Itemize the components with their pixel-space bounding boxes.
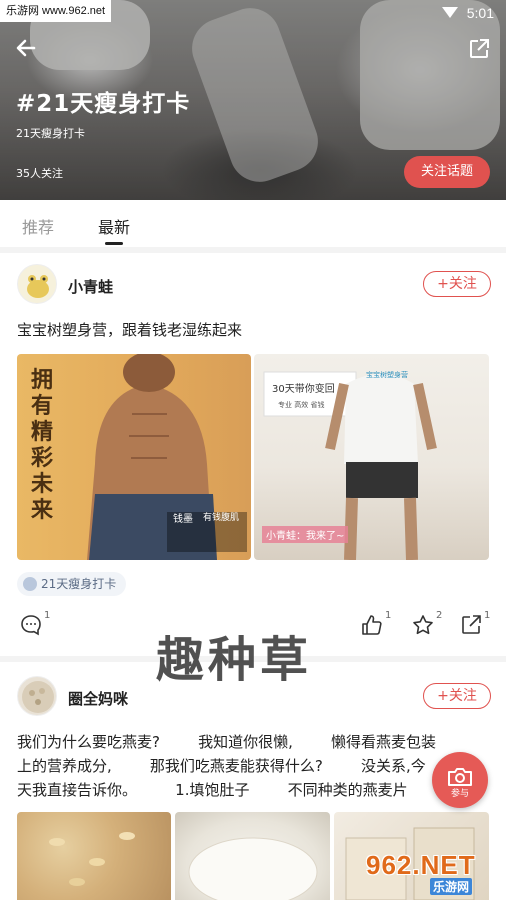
- share-button[interactable]: [468, 38, 490, 60]
- favorite-action[interactable]: 2: [412, 610, 452, 638]
- post-image[interactable]: 拥有精彩未来 钱墨 有钱腹肌: [17, 354, 251, 560]
- watermark-bottom: 962.NET 乐游网: [366, 850, 502, 896]
- topic-title: #21天瘦身打卡: [16, 91, 191, 117]
- image-caption: 专业 高效 省钱: [278, 401, 325, 409]
- share-icon: [462, 615, 481, 634]
- share-action[interactable]: 1: [460, 610, 500, 638]
- topic-followers: 35人关注: [16, 167, 63, 180]
- image-caption: 小青蛙：我来了~: [262, 526, 349, 543]
- post-image[interactable]: [17, 812, 171, 900]
- camera-icon: [448, 768, 472, 786]
- comment-icon: [21, 615, 41, 636]
- like-count: 1: [385, 610, 392, 621]
- topic-tag-label: 21天瘦身打卡: [41, 577, 117, 591]
- post-text[interactable]: 宝宝树塑身营，跟着钱老湿练起来: [17, 318, 242, 342]
- oats-pile: [49, 832, 135, 886]
- topic-subtitle: 21天瘦身打卡: [16, 127, 85, 140]
- follow-user-button[interactable]: +关注: [423, 683, 491, 709]
- status-time: 5:01: [466, 5, 494, 21]
- image-caption: 拥有精彩未来: [31, 368, 54, 523]
- avatar[interactable]: [17, 676, 57, 716]
- post-text-line[interactable]: 我们为什么要吃燕麦? 我知道你很懒, 懒得看燕麦包装: [17, 730, 436, 754]
- active-tab-indicator: [105, 242, 123, 245]
- frog-avatar-icon: [27, 275, 49, 298]
- post-username[interactable]: 小青蛙: [68, 276, 113, 297]
- watermark-bottom-big: 962.NET: [366, 850, 476, 880]
- oatmeal-bowl: [188, 837, 318, 900]
- watermark-bottom-small: 乐游网: [430, 878, 473, 895]
- back-arrow-icon: [16, 39, 36, 57]
- wifi-icon: [442, 7, 458, 18]
- post-image[interactable]: 30天带你变回 宝宝树塑身营 专业 高效 省钱 小青蛙：我来了~: [254, 354, 489, 560]
- post-username[interactable]: 圈全妈咪: [68, 688, 128, 709]
- topic-tag-icon: [23, 577, 37, 591]
- topic-tag[interactable]: 21天瘦身打卡: [17, 572, 127, 596]
- divider: [0, 247, 506, 253]
- tab-latest[interactable]: 最新: [98, 214, 130, 238]
- comment-count: 1: [44, 610, 51, 621]
- image-caption: 30天带你变回: [272, 384, 335, 395]
- post-image[interactable]: [175, 812, 330, 900]
- topic-banner: 乐游网 www.962.net 5:01 #21天瘦身打卡 21天瘦身打卡 35…: [0, 0, 506, 200]
- participate-button[interactable]: 参与: [432, 752, 488, 808]
- avatar[interactable]: [17, 264, 57, 304]
- post-text-line[interactable]: 上的营养成分, 那我们吃燕麦能获得什么? 没关系,今: [17, 754, 426, 778]
- participate-label: 参与: [450, 789, 469, 799]
- image-caption: 宝宝树塑身营: [366, 371, 408, 379]
- share-icon: [470, 39, 489, 58]
- image-caption: 有钱腹肌: [203, 513, 240, 523]
- comment-action[interactable]: 1: [20, 610, 60, 638]
- back-button[interactable]: [14, 36, 40, 62]
- watermark-top: 乐游网 www.962.net: [0, 0, 112, 22]
- feed-tabs: 推荐 最新: [0, 200, 506, 248]
- share-count: 1: [484, 610, 491, 621]
- brand-watermark: 趣种草: [156, 632, 313, 688]
- like-action[interactable]: 1: [361, 610, 401, 638]
- thumbs-up-icon: [362, 615, 382, 635]
- post-text-line[interactable]: 天我直接告诉你。 1.填饱肚子 不同种类的燕麦片: [17, 778, 408, 802]
- follow-user-button[interactable]: +关注: [423, 271, 491, 297]
- follow-topic-button[interactable]: 关注话题: [404, 156, 490, 188]
- oats-avatar-icon: [22, 681, 54, 713]
- favorite-count: 2: [436, 610, 443, 621]
- tab-recommended[interactable]: 推荐: [22, 214, 54, 238]
- image-caption: 钱墨: [173, 514, 193, 525]
- star-icon: [413, 615, 433, 635]
